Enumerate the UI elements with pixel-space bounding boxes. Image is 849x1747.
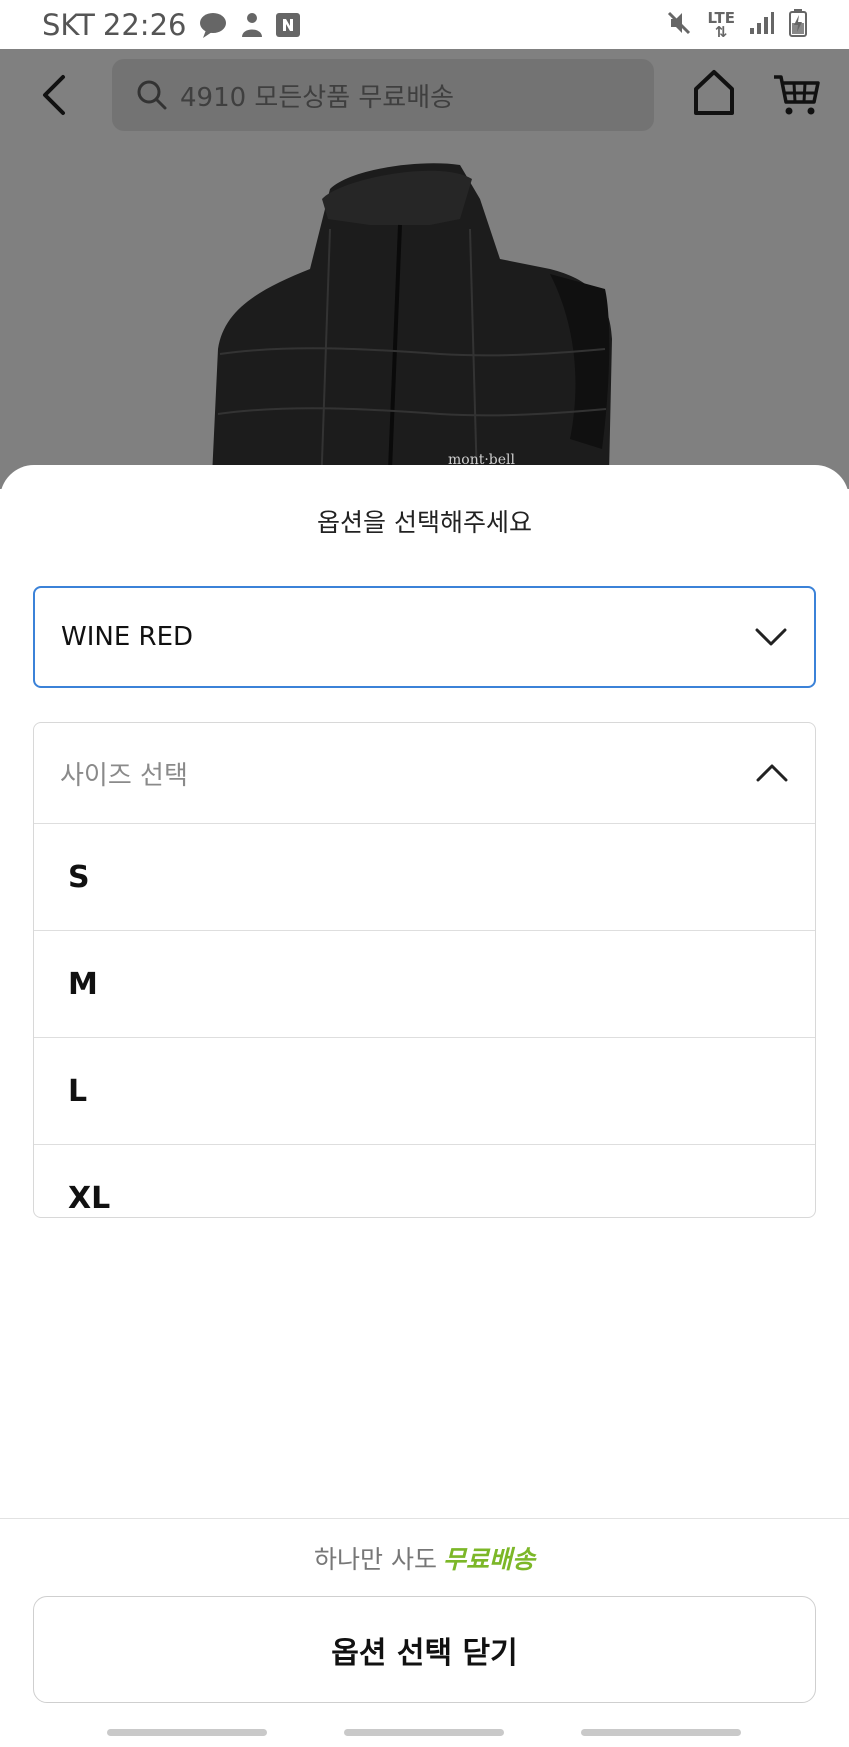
free-shipping-promo: 하나만 사도 무료배송 [0,1540,849,1576]
lte-icon: LTE ⇅ [707,8,735,41]
size-option-m[interactable]: M [34,931,815,1038]
product-page-background: 4910 모든상품 무료배송 mont·bell [0,49,849,489]
clock: 22:26 [102,7,187,42]
option-bottom-sheet: 옵션을 선택해주세요 WINE RED 사이즈 선택 S M L XL 하나만 … [0,465,849,1747]
mute-icon [665,9,693,41]
chevron-up-icon [756,764,788,782]
size-select-header[interactable]: 사이즈 선택 [34,723,815,824]
person-icon [240,11,264,39]
size-option-s[interactable]: S [34,824,815,931]
carrier-label: SKT [42,7,95,42]
home-button[interactable] [690,67,738,119]
nav-bar-segment-right [581,1729,741,1736]
status-bar: SKT 22:26 LTE ⇅ [0,0,849,49]
size-select-placeholder: 사이즈 선택 [60,760,188,791]
back-button[interactable] [32,65,76,125]
nav-bar-segment-left [107,1729,267,1736]
chat-bubble-icon [198,11,228,39]
search-input[interactable]: 4910 모든상품 무료배송 [112,59,654,131]
promo-highlight: 무료배송 [442,1545,535,1574]
back-arrow-icon [43,75,65,115]
search-icon [137,80,167,110]
battery-charging-icon [789,8,807,41]
color-select-dropdown[interactable]: WINE RED [33,586,816,688]
app-header: 4910 모든상품 무료배송 [0,49,849,141]
close-options-button[interactable]: 옵션 선택 닫기 [33,1596,816,1703]
search-placeholder: 4910 모든상품 무료배송 [180,82,455,113]
size-select-dropdown: 사이즈 선택 S M L XL [33,722,816,1218]
naver-n-icon [276,12,301,37]
signal-icon [749,11,775,39]
cart-icon [774,75,820,115]
cart-button[interactable] [772,69,822,119]
footer-divider [0,1518,849,1519]
home-icon [694,70,734,115]
sheet-title: 옵션을 선택해주세요 [317,508,532,537]
product-image: mont·bell [211,163,612,489]
chevron-down-icon [755,628,787,646]
size-option-l[interactable]: L [34,1038,815,1145]
nav-bar-segment-center [344,1729,504,1736]
color-selected-value: WINE RED [61,622,194,652]
size-option-xl[interactable]: XL [34,1145,815,1217]
promo-prefix: 하나만 사도 [314,1545,437,1574]
